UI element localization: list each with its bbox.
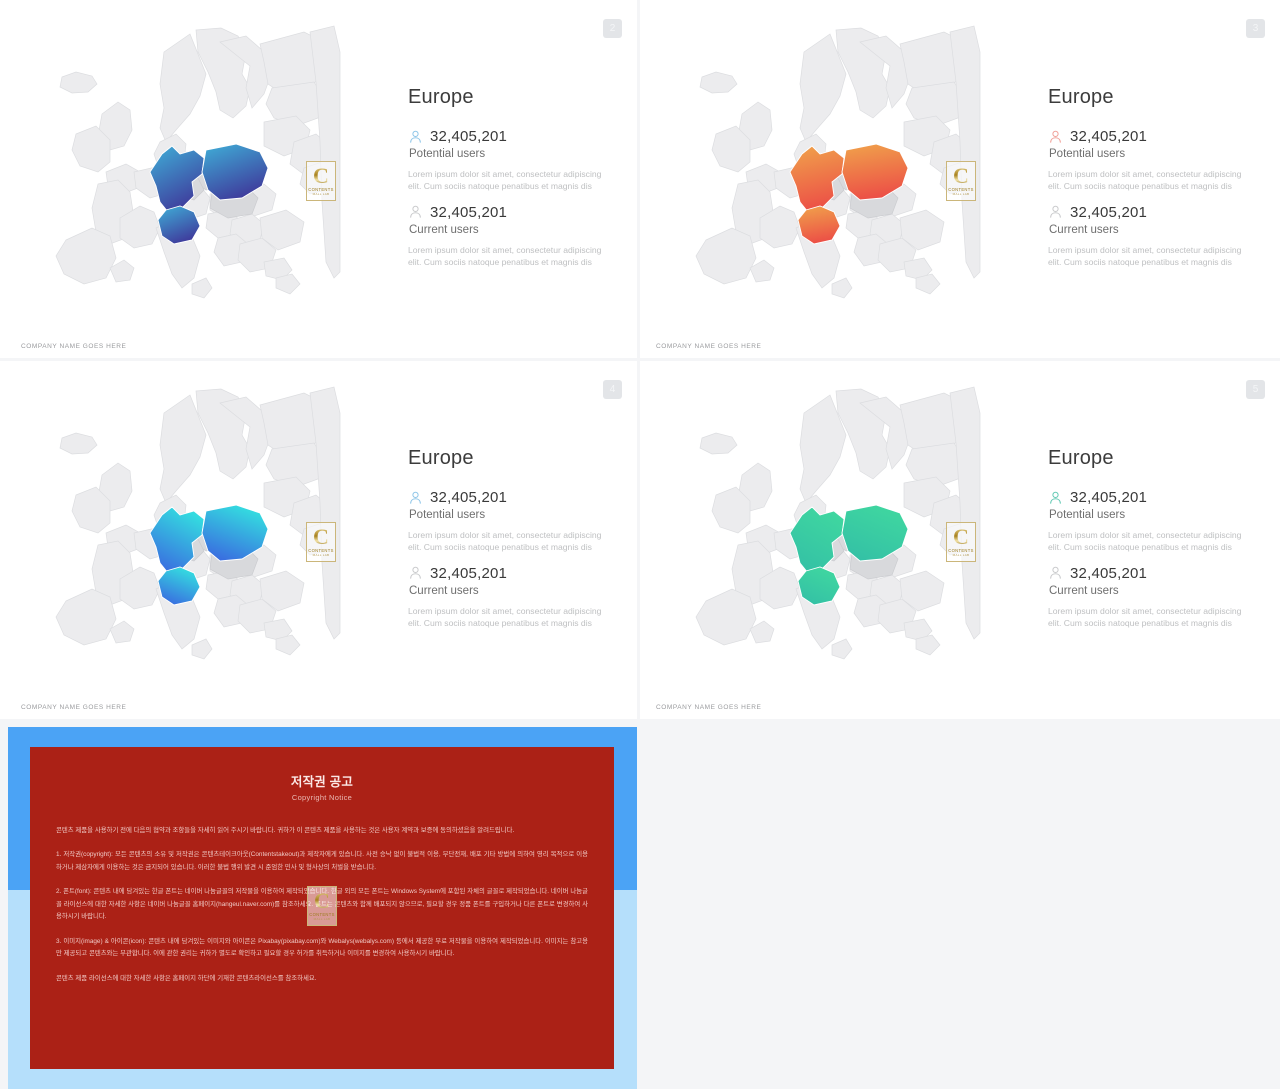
stat-label: Potential users	[409, 509, 486, 521]
europe-map: C CONTENTS MALL LAB	[14, 383, 359, 683]
copyright-paragraph: 2. 폰트(font): 콘텐츠 내에 담겨있는 한글 폰트는 네이버 나눔글꼴…	[56, 888, 588, 921]
region-info-panel: Europe 32,405,201 Potential users Lorem …	[1048, 86, 1253, 268]
stat-row: 32,405,201	[1048, 565, 1253, 582]
copyright-slide-panel[interactable]: 저작권 공고 Copyright Notice 콘텐츠 제품을 사용하기 전에 …	[0, 727, 637, 1089]
copyright-paragraph: 1. 저작권(copyright): 모든 콘텐츠의 소유 및 저작권은 콘텐츠…	[56, 851, 588, 871]
page-number-badge: 3	[1246, 19, 1265, 38]
europe-map: C CONTENTS MALL LAB	[654, 383, 999, 683]
copyright-paragraph: 콘텐츠 제품 라이선스에 대한 자세한 사항은 홈페이지 하단에 기재한 콘텐츠…	[56, 974, 317, 982]
user-icon	[410, 491, 421, 504]
user-icon	[410, 205, 421, 218]
stat-number: 32,405,201	[430, 128, 508, 145]
stat-label: Current users	[1049, 223, 1119, 236]
stat-row: 32,405,201	[408, 204, 613, 221]
user-icon	[1050, 566, 1061, 579]
stat-description: Lorem ipsum dolor sit amet, consectetur …	[1048, 169, 1242, 192]
stat-label: Current users	[1049, 584, 1119, 597]
stat-description: Lorem ipsum dolor sit amet, consectetur …	[1048, 605, 1242, 628]
slide-thumbnail-board: 2 CONTENTS MALL LAB Europe 32,405,201 Po…	[0, 0, 1280, 1089]
copyright-title: 저작권 공고	[290, 775, 354, 789]
stat-block-potential-users: 32,405,201 Potential users Lorem ipsum d…	[1048, 128, 1253, 193]
page-number-badge: 2	[603, 19, 622, 38]
copyright-paragraph: 3. 이미지(image) & 아이콘(icon): 콘텐츠 내에 담겨있는 이…	[56, 937, 588, 958]
copyright-body: 콘텐츠 제품을 사용하기 전에 다음의 협약과 조항들을 자세히 읽어 주시기 …	[56, 825, 588, 985]
region-info-panel: Europe 32,405,201 Potential users Lorem …	[408, 447, 613, 629]
copyright-card: 저작권 공고 Copyright Notice 콘텐츠 제품을 사용하기 전에 …	[30, 747, 614, 1069]
stat-number: 32,405,201	[1070, 203, 1148, 221]
page-title: Europe	[1048, 86, 1114, 108]
stat-number: 32,405,201	[430, 489, 508, 506]
stat-block-current-users: 32,405,201 Current users Lorem ipsum dol…	[408, 565, 613, 630]
stat-row: 32,405,201	[408, 565, 613, 582]
page-title: Europe	[408, 86, 474, 108]
page-number-badge: 4	[603, 380, 622, 399]
user-icon	[1050, 205, 1061, 218]
stat-row: 32,405,201	[1048, 489, 1253, 506]
company-footer: COMPANY NAME GOES HERE	[21, 343, 127, 350]
stat-number: 32,405,201	[430, 564, 508, 582]
company-footer: COMPANY NAME GOES HERE	[21, 704, 127, 711]
stat-label: Current users	[409, 223, 479, 236]
stat-description: Lorem ipsum dolor sit amet, consectetur …	[408, 530, 602, 553]
region-info-panel: Europe 32,405,201 Potential users Lorem …	[1048, 447, 1253, 629]
stat-label: Potential users	[1049, 148, 1126, 160]
stat-label: Potential users	[1049, 509, 1126, 521]
stat-block-current-users: 32,405,201 Current users Lorem ipsum dol…	[408, 204, 613, 269]
stat-number: 32,405,201	[1070, 128, 1148, 145]
stat-description: Lorem ipsum dolor sit amet, consectetur …	[1048, 244, 1242, 267]
stat-block-potential-users: 32,405,201 Potential users Lorem ipsum d…	[408, 128, 613, 193]
page-title: Europe	[1048, 447, 1114, 469]
user-icon	[1050, 130, 1061, 143]
stat-block-current-users: 32,405,201 Current users Lorem ipsum dol…	[1048, 204, 1253, 269]
stat-number: 32,405,201	[1070, 564, 1148, 582]
company-footer: COMPANY NAME GOES HERE	[656, 343, 762, 350]
stat-row: 32,405,201	[1048, 128, 1253, 145]
page-number-badge: 5	[1246, 380, 1265, 399]
slide-panel-2[interactable]: 2 CONTENTS MALL LAB Europe 32,405,201 Po…	[0, 0, 637, 358]
copyright-paragraph: 콘텐츠 제품을 사용하기 전에 다음의 협약과 조항들을 자세히 읽어 주시기 …	[56, 827, 515, 834]
stat-row: 32,405,201	[408, 128, 613, 145]
company-footer: COMPANY NAME GOES HERE	[656, 704, 762, 711]
user-icon	[410, 566, 421, 579]
stat-block-potential-users: 32,405,201 Potential users Lorem ipsum d…	[1048, 489, 1253, 554]
page-title: Europe	[408, 447, 474, 469]
copyright-subtitle: Copyright Notice	[291, 793, 353, 802]
stat-description: Lorem ipsum dolor sit amet, consectetur …	[408, 169, 602, 192]
stat-block-potential-users: 32,405,201 Potential users Lorem ipsum d…	[408, 489, 613, 554]
stat-row: 32,405,201	[408, 489, 613, 506]
stat-row: 32,405,201	[1048, 204, 1253, 221]
stat-label: Potential users	[409, 148, 486, 160]
region-info-panel: Europe 32,405,201 Potential users Lorem …	[408, 86, 613, 268]
stat-label: Current users	[409, 584, 479, 597]
stat-block-current-users: 32,405,201 Current users Lorem ipsum dol…	[1048, 565, 1253, 630]
user-icon	[410, 130, 421, 143]
slide-panel-4[interactable]: 4 CONTENTS MALL LAB Europe 32,405,201 Po…	[0, 361, 637, 719]
stat-description: Lorem ipsum dolor sit amet, consectetur …	[408, 605, 602, 628]
user-icon	[1050, 491, 1061, 504]
stat-number: 32,405,201	[430, 203, 508, 221]
stat-number: 32,405,201	[1070, 489, 1148, 506]
slide-panel-3[interactable]: 3 CONTENTS MALL LAB Europe 32,405,201 Po…	[640, 0, 1280, 358]
europe-map: C CONTENTS MALL LAB	[654, 22, 999, 322]
stat-description: Lorem ipsum dolor sit amet, consectetur …	[408, 244, 602, 267]
stat-description: Lorem ipsum dolor sit amet, consectetur …	[1048, 530, 1242, 553]
slide-panel-5[interactable]: 5 CONTENTS MALL LAB Europe 32,405,201 Po…	[640, 361, 1280, 719]
europe-map: C CONTENTS MALL LAB	[14, 22, 359, 322]
